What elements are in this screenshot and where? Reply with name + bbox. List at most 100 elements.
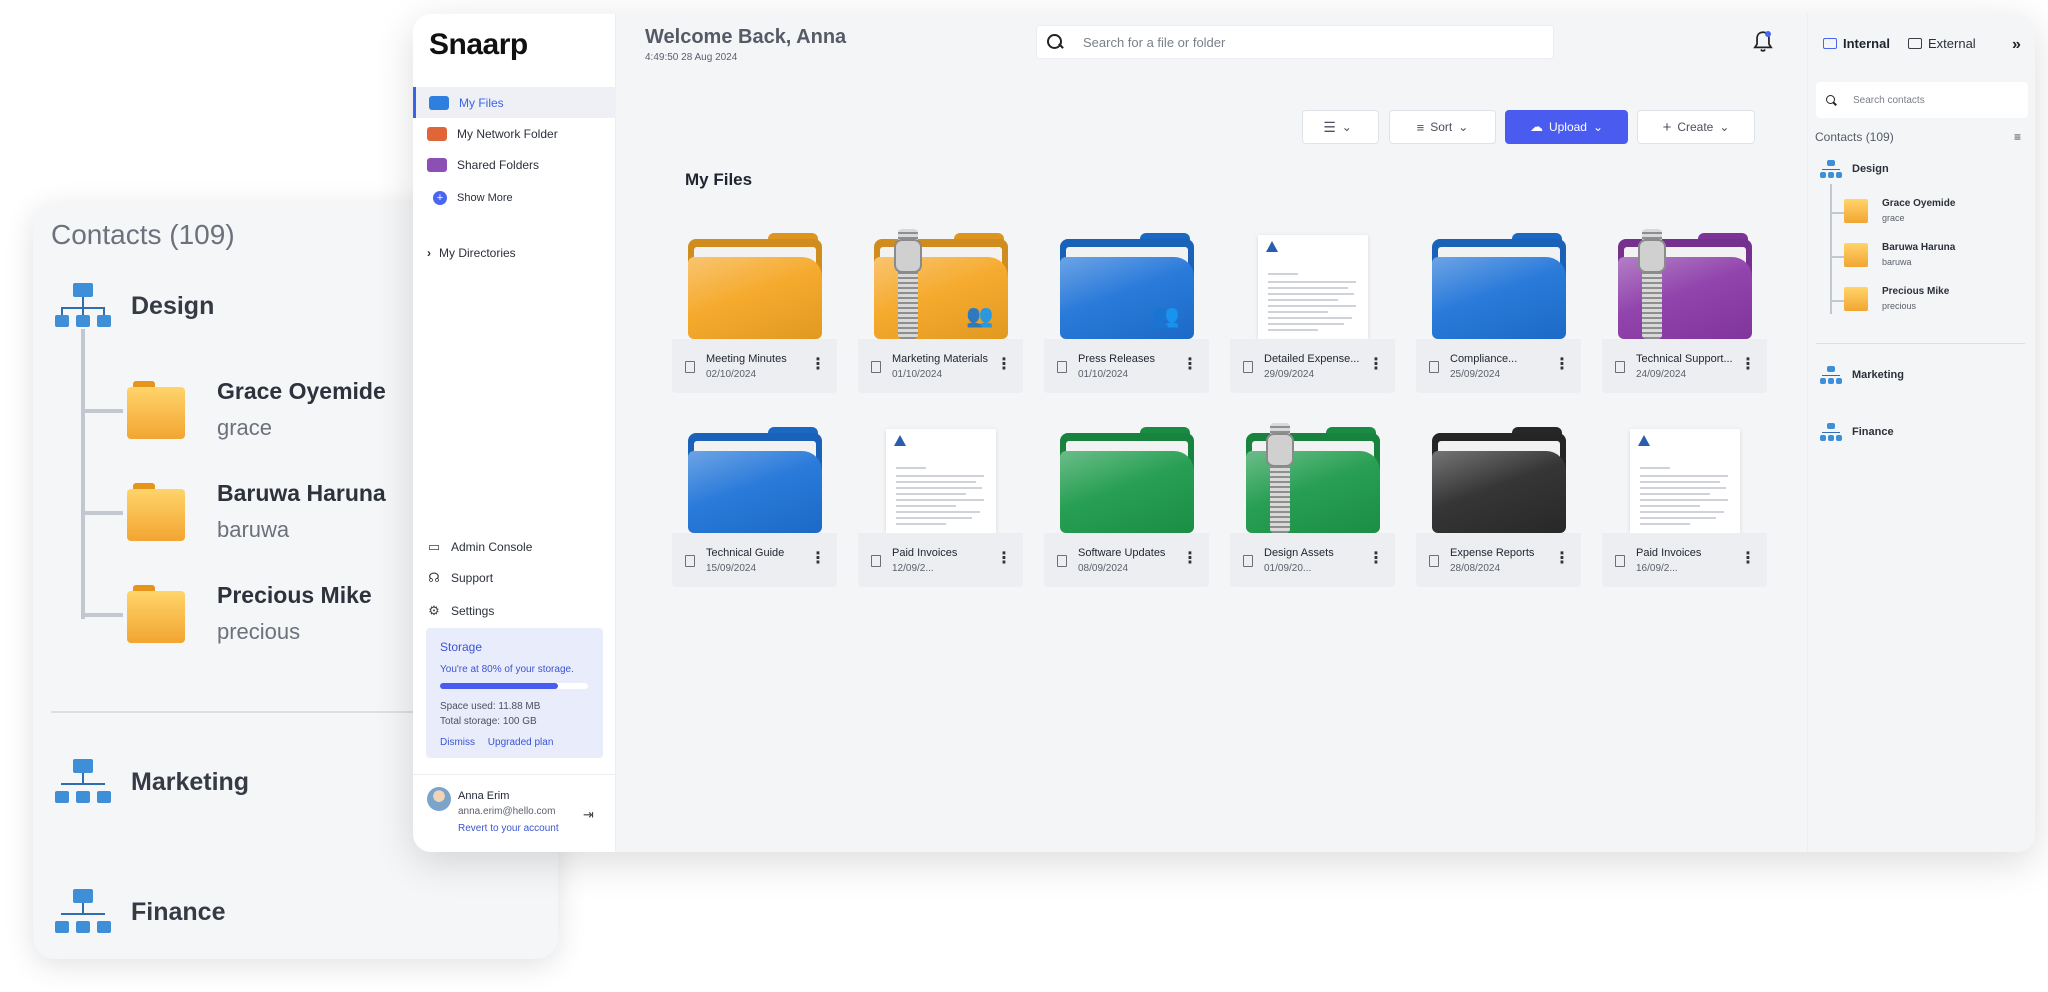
upload-cloud-icon: ☁ <box>1529 119 1543 134</box>
notification-bell-icon[interactable] <box>1750 29 1776 55</box>
tree-line <box>81 329 85 619</box>
more-options-icon[interactable]: ⋮ <box>1368 551 1384 567</box>
settings-link[interactable]: ⚙ Settings <box>427 604 494 619</box>
file-search-bar[interactable] <box>1036 25 1554 59</box>
filter-icon[interactable]: ≡ <box>2014 130 2021 144</box>
tab-internal[interactable]: Internal <box>1823 36 1890 51</box>
contact-item[interactable]: Baruwa Haruna baruwa <box>1844 242 1955 267</box>
folder-icon <box>687 427 822 533</box>
shared-group-icon: 👥 <box>1152 303 1180 328</box>
sort-button[interactable]: ≡ Sort ⌄ <box>1389 110 1496 144</box>
sidebar-item-network-folder[interactable]: My Network Folder <box>413 118 616 149</box>
group-label: Design <box>1852 163 1889 175</box>
file-tile[interactable]: Technical Support... 24/09/2024 ⋮ <box>1602 229 1767 393</box>
admin-console-link[interactable]: ▭ Admin Console <box>427 540 533 555</box>
revert-account-link[interactable]: Revert to your account <box>458 823 559 834</box>
file-tile[interactable]: Expense Reports 28/08/2024 ⋮ <box>1416 423 1581 587</box>
contact-username: precious <box>217 619 301 644</box>
upload-button[interactable]: ☁ Upload ⌄ <box>1505 110 1628 144</box>
more-options-icon[interactable]: ⋮ <box>1740 551 1756 567</box>
group-marketing[interactable]: Marketing <box>55 759 249 805</box>
create-label: Create <box>1677 120 1714 134</box>
org-chart-icon <box>55 759 111 805</box>
contact-name: Grace Oyemide <box>217 378 386 404</box>
file-tile[interactable]: Design Assets 01/09/20... ⋮ <box>1230 423 1395 587</box>
avatar[interactable] <box>427 787 451 811</box>
storage-message: You're at 80% of your storage. <box>440 664 574 675</box>
logout-icon[interactable]: ⇥ <box>583 807 594 823</box>
file-tile[interactable]: 👥 Marketing Materials 01/10/2024 ⋮ <box>858 229 1023 393</box>
file-date: 08/09/2024 <box>1078 563 1129 574</box>
file-tile[interactable]: Compliance... 25/09/2024 ⋮ <box>1416 229 1581 393</box>
file-tile[interactable]: 👥 Press Releases 01/10/2024 ⋮ <box>1044 229 1209 393</box>
contact-item[interactable]: Precious Mike precious <box>1844 286 1949 311</box>
my-directories-toggle[interactable]: › My Directories <box>427 246 516 260</box>
tab-external[interactable]: External <box>1908 36 1976 51</box>
view-toggle-button[interactable]: ☰ ⌄ <box>1302 110 1379 144</box>
file-tile[interactable]: Meeting Minutes 02/10/2024 ⋮ <box>672 229 837 393</box>
folder-icon <box>1844 242 1868 267</box>
more-options-icon[interactable]: ⋮ <box>1740 357 1756 373</box>
search-icon <box>1826 94 1837 106</box>
app-window: Snaarp My Files My Network Folder Shared… <box>413 14 2035 852</box>
support-link[interactable]: ☊ Support <box>427 571 493 586</box>
group-marketing[interactable]: Marketing <box>1820 366 1904 384</box>
file-tile[interactable]: Paid Invoices 16/09/2... ⋮ <box>1602 423 1767 587</box>
more-options-icon[interactable]: ⋮ <box>1368 357 1384 373</box>
file-name: Technical Support... <box>1636 353 1733 365</box>
file-thumbnail <box>672 229 837 339</box>
section-title: My Files <box>685 170 753 189</box>
sidebar-item-shared-folders[interactable]: Shared Folders <box>413 149 616 180</box>
contact-item[interactable]: Baruwa Haruna baruwa <box>127 480 386 543</box>
file-tile[interactable]: Paid Invoices 12/09/2... ⋮ <box>858 423 1023 587</box>
file-name: Software Updates <box>1078 547 1166 559</box>
file-tile[interactable]: Technical Guide 15/09/2024 ⋮ <box>672 423 837 587</box>
group-finance[interactable]: Finance <box>1820 423 1894 441</box>
more-options-icon[interactable]: ⋮ <box>1182 551 1198 567</box>
group-label: Marketing <box>131 767 250 796</box>
contact-search-input[interactable] <box>1853 94 2013 106</box>
contact-search-bar[interactable] <box>1816 82 2028 118</box>
contact-username: grace <box>1882 213 1905 223</box>
contact-item[interactable]: Grace Oyemide grace <box>1844 198 1955 223</box>
more-options-icon[interactable]: ⋮ <box>810 357 826 373</box>
chevron-down-icon: ⌄ <box>1719 120 1730 134</box>
contact-item[interactable]: Precious Mike precious <box>127 582 372 645</box>
file-meta: Press Releases 01/10/2024 ⋮ <box>1044 339 1209 393</box>
text-line <box>1639 467 1670 469</box>
upgrade-plan-link[interactable]: Upgraded plan <box>488 737 554 748</box>
file-thumbnail: 👥 <box>858 229 1023 339</box>
file-date: 01/09/20... <box>1264 563 1312 574</box>
text-line <box>1639 493 1710 495</box>
divider <box>413 774 615 775</box>
text-line <box>1267 281 1356 283</box>
chevron-down-icon: ⌄ <box>1592 120 1604 134</box>
storage-progress-fill <box>440 683 559 689</box>
file-tile[interactable]: Software Updates 08/09/2024 ⋮ <box>1044 423 1209 587</box>
file-date: 29/09/2024 <box>1264 369 1315 380</box>
list-view-icon: ☰ <box>1323 118 1336 135</box>
more-options-icon[interactable]: ⋮ <box>1554 551 1570 567</box>
file-tile[interactable]: Detailed Expense... 29/09/2024 ⋮ <box>1230 229 1395 393</box>
dismiss-link[interactable]: Dismiss <box>440 737 475 748</box>
search-input[interactable] <box>1083 34 1483 50</box>
more-options-icon[interactable]: ⋮ <box>1554 357 1570 373</box>
file-date: 25/09/2024 <box>1450 369 1501 380</box>
zipper-pull <box>1265 433 1294 467</box>
sidebar-item-my-files[interactable]: My Files <box>413 87 616 118</box>
group-design[interactable]: Design <box>1820 160 1889 178</box>
group-design[interactable]: Design <box>55 283 214 329</box>
create-button[interactable]: + Create ⌄ <box>1637 110 1755 144</box>
contact-item[interactable]: Grace Oyemide grace <box>127 378 386 441</box>
more-options-icon[interactable]: ⋮ <box>996 357 1012 373</box>
show-more-button[interactable]: + Show More <box>413 182 616 213</box>
tree-branch <box>1830 300 1844 302</box>
expand-panel-icon[interactable]: » <box>2012 36 2021 54</box>
more-options-icon[interactable]: ⋮ <box>810 551 826 567</box>
contact-name: Precious Mike <box>217 582 372 608</box>
more-options-icon[interactable]: ⋮ <box>1182 357 1198 373</box>
more-options-icon[interactable]: ⋮ <box>996 551 1012 567</box>
group-finance[interactable]: Finance <box>55 889 225 935</box>
file-name: Marketing Materials <box>892 353 988 365</box>
text-line <box>895 475 984 477</box>
